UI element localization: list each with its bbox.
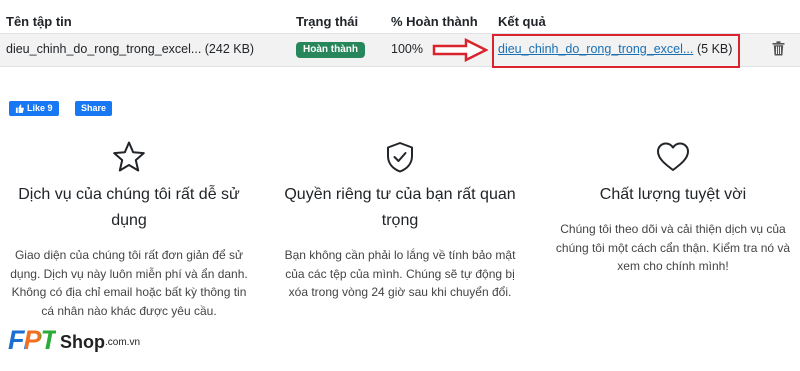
- feature-easy-to-use: Dịch vụ của chúng tôi rất dễ sử dụng Gia…: [4, 140, 254, 320]
- facebook-like-button[interactable]: Like 9: [9, 101, 59, 116]
- heart-icon: [657, 142, 689, 171]
- like-label: Like 9: [27, 103, 53, 113]
- status-badge: Hoàn thành: [296, 42, 365, 58]
- header-result: Kết quả: [498, 14, 546, 29]
- result-download-link[interactable]: dieu_chinh_do_rong_trong_excel...: [498, 42, 693, 56]
- logo-brand: FPT: [8, 325, 57, 355]
- feature-description: Chúng tôi theo dõi và cải thiện dịch vụ …: [555, 222, 791, 273]
- header-status: Trạng thái: [296, 14, 359, 29]
- table-row: dieu_chinh_do_rong_trong_excel... (242 K…: [0, 33, 800, 68]
- header-percent: % Hoàn thành: [391, 14, 478, 29]
- feature-title: Quyền riêng tư của bạn rất quan trọng: [284, 186, 516, 229]
- facebook-share-button[interactable]: Share: [75, 101, 113, 116]
- star-icon: [113, 141, 145, 172]
- fptshop-logo: FPT Shop .com.vn: [8, 327, 140, 354]
- header-file-name: Tên tập tin: [6, 14, 72, 29]
- logo-domain: .com.vn: [105, 337, 141, 348]
- feature-title: Dịch vụ của chúng tôi rất dễ sử dụng: [18, 186, 240, 229]
- shield-check-icon: [387, 142, 413, 173]
- feature-description: Giao diện của chúng tôi rất đơn giản để …: [10, 248, 248, 318]
- thumbs-up-icon: [15, 104, 24, 113]
- feature-description: Bạn không cần phải lo lắng về tính bảo m…: [284, 248, 516, 299]
- percent-cell: 100%: [391, 42, 423, 56]
- feature-title: Chất lượng tuyệt vời: [599, 186, 747, 203]
- table-header: Tên tập tin Trạng thái % Hoàn thành Kết …: [0, 0, 800, 34]
- result-size: (5 KB): [697, 42, 733, 56]
- arrow-right-icon: [432, 38, 488, 62]
- logo-shop: Shop: [60, 332, 105, 352]
- file-name-cell: dieu_chinh_do_rong_trong_excel... (242 K…: [6, 42, 255, 56]
- feature-privacy: Quyền riêng tư của bạn rất quan trọng Bạ…: [275, 140, 525, 302]
- feature-quality: Chất lượng tuyệt vời Chúng tôi theo dõi …: [548, 140, 798, 276]
- trash-icon[interactable]: [772, 41, 785, 56]
- share-label: Share: [81, 103, 107, 113]
